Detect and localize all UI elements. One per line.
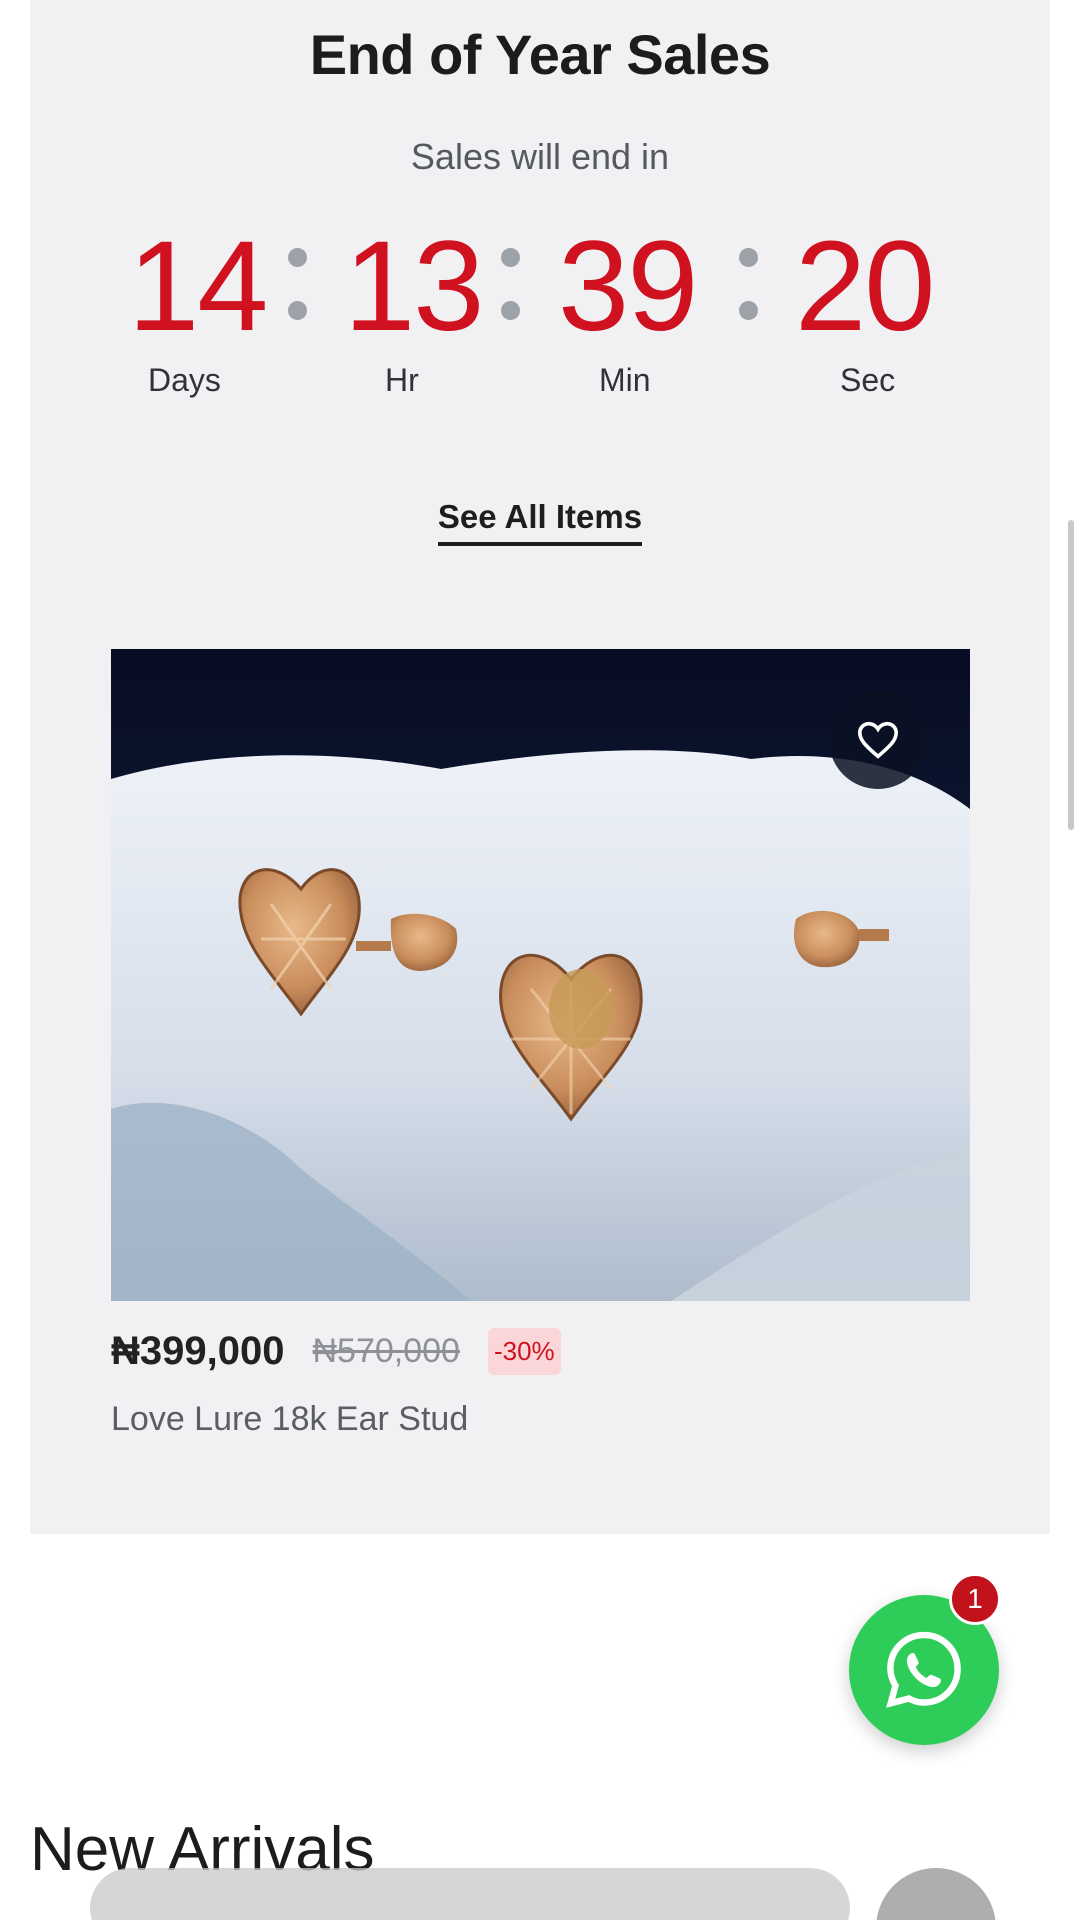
countdown-separator bbox=[739, 248, 759, 354]
browser-toolbar[interactable] bbox=[90, 1868, 850, 1920]
original-price: ₦570,000 bbox=[312, 1332, 460, 1370]
notification-badge: 1 bbox=[949, 1573, 1001, 1625]
price-row: ₦399,000 ₦570,000 -30% bbox=[111, 1328, 561, 1375]
heart-icon bbox=[857, 721, 899, 759]
scrollbar[interactable] bbox=[1068, 520, 1074, 830]
countdown-separator bbox=[288, 248, 308, 354]
wishlist-button[interactable] bbox=[829, 691, 927, 789]
see-all-items-link[interactable]: See All Items bbox=[437, 498, 643, 546]
countdown-minutes: 39 bbox=[558, 215, 698, 358]
sale-subtitle: Sales will end in bbox=[410, 136, 670, 177]
countdown-separator bbox=[501, 248, 521, 354]
countdown-label-hours: Hr bbox=[385, 362, 419, 398]
countdown-seconds: 20 bbox=[795, 215, 935, 358]
discount-badge: -30% bbox=[487, 1328, 561, 1375]
countdown-hours: 13 bbox=[344, 215, 484, 358]
sale-title: End of Year Sales bbox=[309, 23, 771, 86]
see-all-wrapper: See All Items bbox=[0, 498, 1080, 546]
countdown-label-seconds: Sec bbox=[840, 362, 896, 398]
countdown-days: 14 bbox=[128, 215, 268, 358]
countdown-label-minutes: Min bbox=[599, 362, 651, 398]
product-name[interactable]: Love Lure 18k Ear Stud bbox=[111, 1400, 468, 1439]
browser-tabs-button[interactable] bbox=[876, 1868, 996, 1920]
whatsapp-icon bbox=[886, 1631, 961, 1708]
countdown-label-days: Days bbox=[148, 362, 221, 398]
current-price: ₦399,000 bbox=[111, 1329, 285, 1373]
